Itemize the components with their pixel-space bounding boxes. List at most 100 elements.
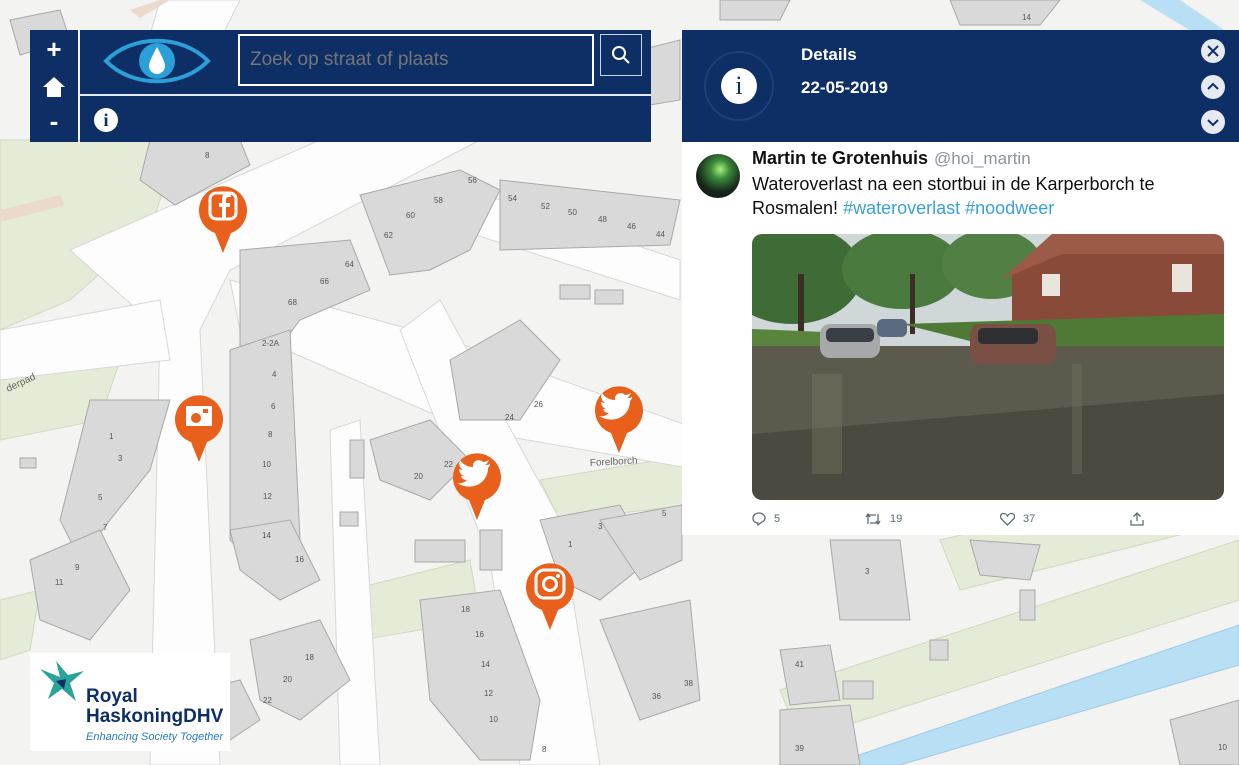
house-number-label: 24: [505, 413, 514, 422]
details-title: Details: [801, 45, 857, 64]
house-number-label: 14: [1022, 13, 1031, 22]
chevron-down-icon: [1207, 119, 1219, 127]
house-number-label: 9: [75, 563, 80, 572]
tweet-text: Wateroverlast na een stortbui in de Karp…: [752, 172, 1222, 220]
avatar[interactable]: [696, 154, 740, 198]
details-date: 22-05-2019: [801, 78, 888, 97]
house-number-label: 58: [434, 196, 443, 205]
house-number-label: 11: [55, 578, 64, 587]
tweet-author-line: Martin te Grotenhuis @hoi_martin: [752, 148, 1031, 169]
royal-haskoning-star-icon: [40, 661, 84, 701]
house-number-label: 68: [288, 298, 297, 307]
hashtag-noodweer[interactable]: #noodweer: [965, 198, 1054, 218]
house-number-label: 2-2A: [262, 339, 280, 348]
logo-name-line2: HaskoningDHV: [86, 706, 224, 727]
house-number-label: 12: [484, 689, 493, 698]
house-number-label: 62: [384, 231, 393, 240]
house-number-label: 20: [414, 472, 423, 481]
previous-button[interactable]: [1201, 75, 1225, 99]
house-number-label: 52: [541, 202, 550, 211]
instagram-marker[interactable]: [525, 560, 575, 632]
house-number-label: 3: [865, 567, 870, 576]
camera-icon: [175, 395, 223, 462]
twitter-icon: [453, 453, 501, 520]
house-number-label: 1: [109, 432, 114, 441]
house-number-label: 18: [461, 605, 470, 614]
house-number-label: 12: [263, 492, 272, 501]
house-number-label: 14: [481, 660, 490, 669]
instagram-icon: [526, 563, 574, 630]
home-icon: [43, 77, 65, 97]
house-number-label: 20: [283, 675, 292, 684]
house-number-label: 44: [656, 230, 665, 239]
info-icon: i: [721, 68, 757, 104]
share-button[interactable]: [1130, 512, 1144, 526]
house-number-label: 10: [489, 715, 498, 724]
house-number-label: 8: [268, 430, 273, 439]
photo-marker[interactable]: [174, 392, 224, 464]
house-number-label: 60: [406, 211, 415, 220]
house-number-label: 1: [568, 540, 573, 549]
close-button[interactable]: [1201, 39, 1225, 63]
search-icon: [612, 46, 630, 64]
details-panel: i Details 22-05-2019 Martin te Grotenhui…: [682, 30, 1239, 535]
reply-button[interactable]: 5: [752, 512, 780, 526]
info-button[interactable]: i: [94, 108, 118, 132]
zoom-out-button[interactable]: -: [30, 104, 78, 138]
twitter-marker-1[interactable]: [594, 383, 644, 455]
house-number-label: 5: [98, 493, 103, 502]
house-number-label: 41: [795, 660, 804, 669]
house-number-label: 66: [320, 277, 329, 286]
logo-tagline: Enhancing Society Together: [86, 731, 224, 743]
house-number-label: 16: [295, 555, 304, 564]
house-number-label: 39: [795, 744, 804, 753]
house-number-label: 22: [263, 696, 272, 705]
house-number-label: 16: [475, 630, 484, 639]
tweet-card: Martin te Grotenhuis @hoi_martin Waterove…: [682, 142, 1239, 535]
house-number-label: 3: [118, 454, 123, 463]
search-input[interactable]: [238, 34, 594, 86]
retweet-button[interactable]: 19: [864, 512, 902, 526]
house-number-label: 38: [684, 679, 693, 688]
house-number-label: 54: [508, 194, 517, 203]
hashtag-wateroverlast[interactable]: #wateroverlast: [843, 198, 960, 218]
facebook-marker[interactable]: [198, 183, 248, 255]
logo-name-line1: Royal: [86, 686, 138, 707]
company-logo: Royal HaskoningDHV Enhancing Society Tog…: [30, 653, 230, 751]
tweet-photo[interactable]: [752, 234, 1224, 500]
twitter-icon: [595, 386, 643, 453]
house-number-label: 10: [262, 460, 271, 469]
chevron-up-icon: [1207, 82, 1219, 90]
house-number-label: 8: [542, 745, 547, 754]
details-info-badge: i: [704, 51, 774, 121]
house-number-label: 5: [662, 509, 667, 518]
house-number-label: 14: [262, 531, 271, 540]
details-header: i Details 22-05-2019: [682, 30, 1239, 142]
house-number-label: 50: [568, 208, 577, 217]
house-number-label: 46: [627, 222, 636, 231]
eye-water-drop-icon: [103, 38, 211, 84]
close-icon: [1207, 45, 1219, 57]
next-button[interactable]: [1201, 110, 1225, 134]
house-number-label: 7: [103, 523, 108, 532]
retweet-icon: [865, 512, 881, 526]
home-button[interactable]: [30, 70, 78, 104]
like-button[interactable]: 37: [1000, 512, 1035, 526]
facebook-icon: [199, 186, 247, 253]
retweet-count: 19: [890, 513, 903, 525]
house-number-label: 48: [598, 215, 607, 224]
house-number-label: 26: [534, 400, 543, 409]
house-number-label: 64: [345, 260, 354, 269]
tweet-handle[interactable]: @hoi_martin: [934, 149, 1031, 168]
house-number-label: 56: [468, 176, 477, 185]
house-number-label: 4: [272, 370, 277, 379]
twitter-marker-2[interactable]: [452, 450, 502, 522]
app-header: i: [80, 30, 651, 142]
heart-icon: [1000, 512, 1015, 526]
zoom-in-button[interactable]: +: [30, 32, 78, 66]
info-icon: i: [103, 109, 109, 130]
search-button[interactable]: [600, 34, 642, 76]
tweet-author[interactable]: Martin te Grotenhuis: [752, 148, 928, 168]
map-nav-panel: + -: [30, 30, 78, 142]
reply-count: 5: [774, 513, 781, 525]
